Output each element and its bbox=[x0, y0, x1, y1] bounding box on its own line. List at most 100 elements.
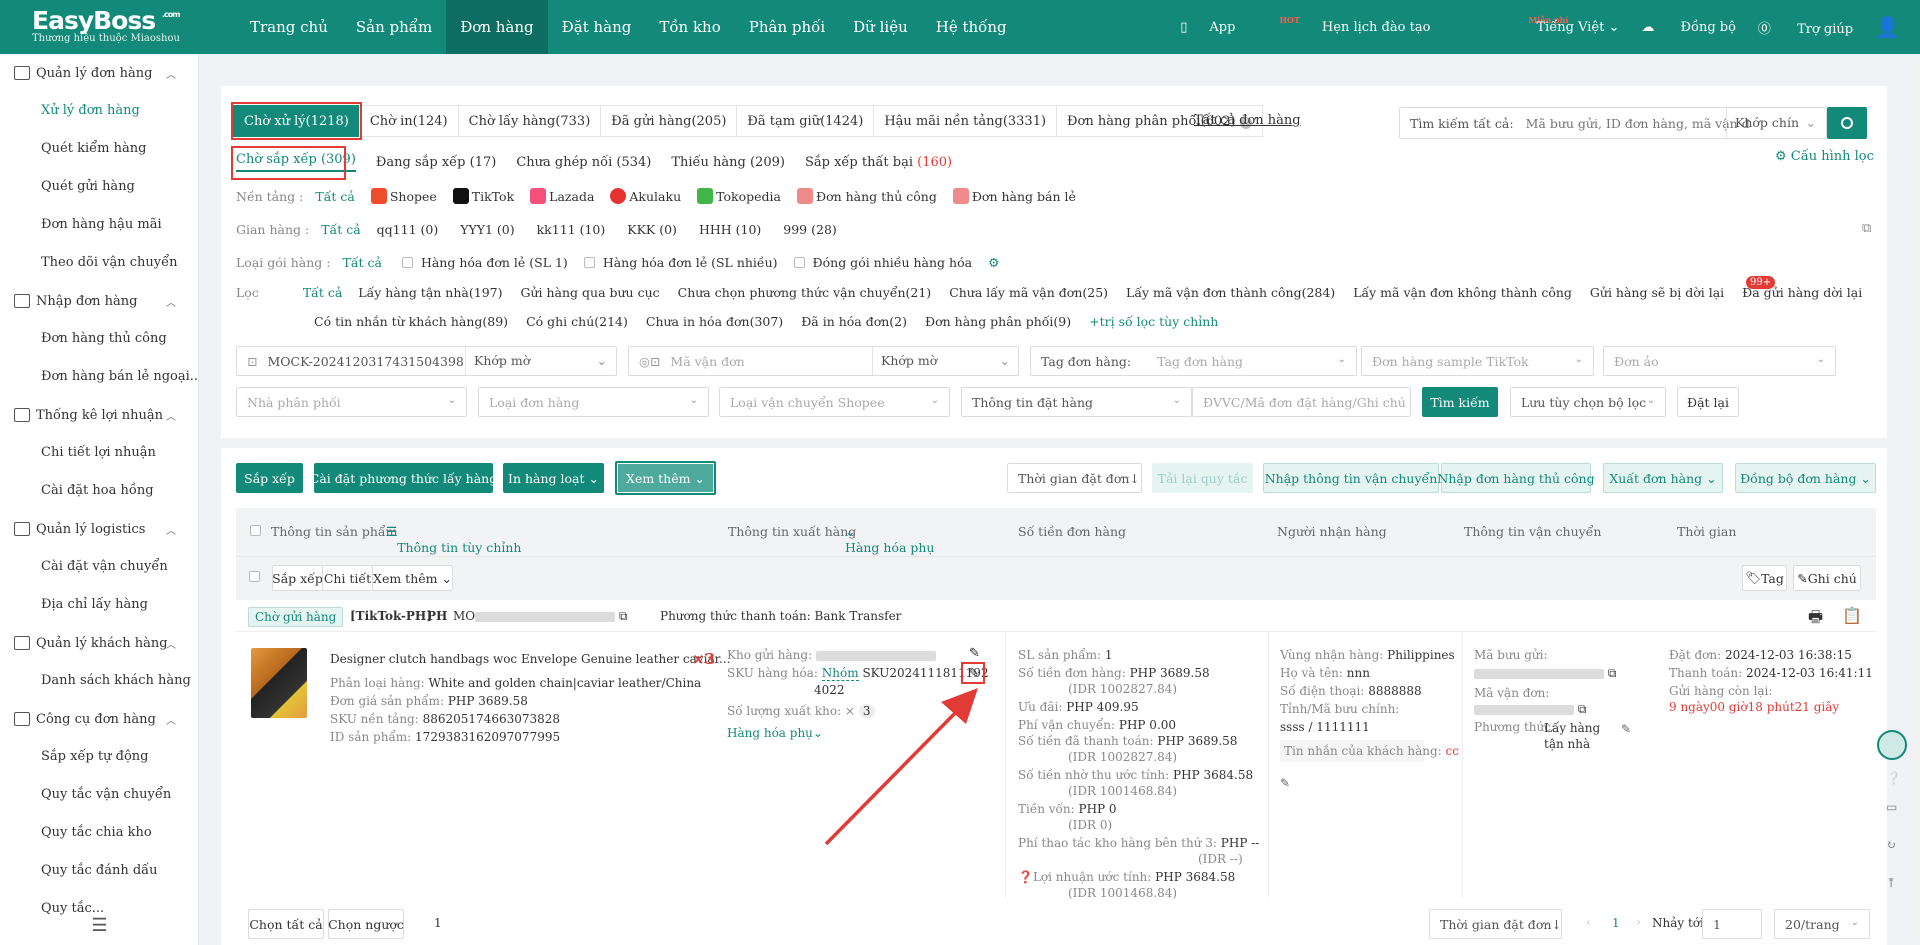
sidebar-item-customer-list[interactable]: Danh sách khách hàng bbox=[0, 662, 198, 700]
sidebar-item-commission[interactable]: Cài đặt hoa hồng bbox=[0, 472, 198, 510]
product-image[interactable] bbox=[251, 648, 307, 718]
checkbox[interactable] bbox=[583, 257, 595, 268]
sidebar-group-import-orders[interactable]: Nhập đơn hàng ︿ bbox=[0, 282, 198, 320]
sidebar-group-order-tools[interactable]: Công cụ đơn hàng ︿ bbox=[0, 700, 198, 738]
invert-selection-button[interactable]: Chọn ngược bbox=[328, 909, 404, 939]
product-title[interactable]: Designer clutch handbags woc Envelope Ge… bbox=[330, 652, 730, 666]
match-mode-select[interactable]: Khớp chín ⌄ bbox=[1726, 108, 1826, 138]
sidebar-item-pickup-address[interactable]: Địa chỉ lấy hàng bbox=[0, 586, 198, 624]
prev-page-icon[interactable]: ‹ bbox=[1586, 915, 1591, 929]
message-dock-icon[interactable]: ▭ bbox=[1886, 800, 1897, 814]
shop-option[interactable]: qq111 (0) bbox=[377, 222, 439, 237]
filter-option[interactable]: Đã in hóa đơn(2) bbox=[801, 314, 907, 329]
filter-option[interactable]: Gửi hàng qua bưu cục bbox=[520, 285, 659, 300]
sub-goods-link[interactable]: Hàng hóa phụ⌄ bbox=[727, 726, 823, 740]
carrier-note-input[interactable]: ĐVVC/Mã đơn đặt hàng/Ghi chú bbox=[1192, 387, 1411, 417]
order-tag-select[interactable]: Tag đơn hàng: Tag đơn hàng ⌄ bbox=[1030, 346, 1357, 376]
filter-config-link[interactable]: ⚙ Cấu hình lọc bbox=[1775, 149, 1874, 164]
nav-distribution[interactable]: Phân phối bbox=[735, 0, 839, 54]
scrollbar[interactable] bbox=[1911, 60, 1919, 940]
tab-shipped[interactable]: Đã gửi hàng(205) bbox=[600, 105, 737, 137]
row-checkbox[interactable] bbox=[249, 571, 260, 582]
footer-sort-select[interactable]: Thời gian đặt đơn↓ ⌄ bbox=[1429, 909, 1562, 939]
copy-icon[interactable]: ⧉ bbox=[1862, 221, 1871, 236]
support-avatar[interactable] bbox=[1877, 730, 1907, 760]
package-single-one[interactable]: Hàng hóa đơn lẻ (SL 1) bbox=[401, 255, 568, 270]
package-single-many[interactable]: Hàng hóa đơn lẻ (SL nhiều) bbox=[583, 255, 778, 270]
clipboard-icon[interactable]: 📋 bbox=[1842, 606, 1862, 625]
reset-button[interactable]: Đặt lại bbox=[1677, 387, 1739, 417]
tag-button[interactable]: 🏷 Tag bbox=[1742, 565, 1787, 591]
save-filter-select[interactable]: Lưu tùy chọn bộ lọc ⌄ bbox=[1510, 387, 1666, 417]
subtab-sorting[interactable]: Đang sắp xếp (17) bbox=[376, 155, 496, 170]
filter-option[interactable]: Có tin nhắn từ khách hàng(89) bbox=[314, 314, 508, 329]
select-all-button[interactable]: Chọn tất cả bbox=[248, 909, 324, 939]
reload-rules-button[interactable]: Tải lại quy tắc bbox=[1152, 463, 1253, 493]
filter-option[interactable]: Lấy mã vận đơn không thành công bbox=[1353, 285, 1572, 300]
filter-option[interactable]: Đơn hàng phân phối(9) bbox=[925, 314, 1071, 329]
subtab-sort-failed[interactable]: Sắp xếp thất bại (160) bbox=[805, 155, 952, 170]
checkbox[interactable] bbox=[793, 257, 805, 268]
sidebar-item-shipping-rules[interactable]: Quy tắc vận chuyển bbox=[0, 776, 198, 814]
bulk-print-button[interactable]: In hàng loạt ⌄ bbox=[503, 463, 604, 493]
sync-orders-button[interactable]: Đồng bộ đơn hàng ⌄ bbox=[1735, 463, 1876, 493]
edit-icon[interactable]: ✎ bbox=[969, 646, 980, 661]
global-search-input[interactable] bbox=[1525, 115, 1751, 131]
copy-icon[interactable]: ⧉ bbox=[1608, 666, 1617, 680]
sub-goods-toggle[interactable]: Hàng hóa phụ ⌄ bbox=[845, 524, 934, 555]
filter-option[interactable]: Chưa chọn phương thức vận chuyển(21) bbox=[678, 285, 932, 300]
shop-option[interactable]: KKK (0) bbox=[627, 222, 677, 237]
collapse-menu-icon[interactable]: ☰ bbox=[0, 915, 198, 945]
shop-option[interactable]: 999 (28) bbox=[783, 222, 837, 237]
sidebar-item-scan-check[interactable]: Quét kiểm hàng bbox=[0, 130, 198, 168]
shop-all[interactable]: Tất cả bbox=[321, 222, 360, 237]
filter-option[interactable]: Lấy hàng tận nhà(197) bbox=[358, 285, 502, 300]
platform-retail[interactable]: Đơn hàng bán lẻ bbox=[952, 188, 1076, 204]
filter-all[interactable]: Tất cả bbox=[303, 285, 342, 300]
sidebar-item-profit-detail[interactable]: Chi tiết lợi nhuận bbox=[0, 434, 198, 472]
nav-system[interactable]: Hệ thống bbox=[922, 0, 1021, 54]
refresh-dock-icon[interactable]: ↻ bbox=[1886, 838, 1896, 852]
platform-shopee[interactable]: Shopee bbox=[370, 188, 437, 204]
sidebar-group-order-management[interactable]: Quản lý đơn hàng ︿ bbox=[0, 54, 198, 92]
custom-info-link[interactable]: ☰ Thông tin tùy chỉnh bbox=[386, 524, 521, 555]
shop-option[interactable]: YYY1 (0) bbox=[460, 222, 514, 237]
match-select[interactable]: Khớp mờ ⌄ bbox=[872, 347, 1018, 375]
more-button[interactable]: Xem thêm ⌄ bbox=[615, 461, 716, 495]
sidebar-item-process-orders[interactable]: Xử lý đơn hàng bbox=[0, 92, 198, 130]
help-dock-icon[interactable]: ❔ bbox=[1886, 771, 1901, 785]
sidebar-item-external-retail[interactable]: Đơn hàng bán lẻ ngoại... bbox=[0, 358, 198, 396]
subtab-out-of-stock[interactable]: Thiếu hàng (209) bbox=[671, 155, 785, 170]
subtab-unmatched[interactable]: Chưa ghép nối (534) bbox=[516, 155, 651, 170]
row-more-button[interactable]: Xem thêm ⌄ bbox=[372, 565, 453, 591]
sidebar-group-customers[interactable]: Quản lý khách hàng ︿ bbox=[0, 624, 198, 662]
import-shipping-button[interactable]: Nhập thông tin vận chuyển bbox=[1263, 463, 1439, 493]
filter-option[interactable]: Lấy mã vận đơn thành công(284) bbox=[1126, 285, 1335, 300]
package-multi[interactable]: Đóng gói nhiều hàng hóa bbox=[793, 255, 972, 270]
language-select[interactable]: Tiếng Việt ⌄ bbox=[1514, 20, 1619, 35]
sidebar-item-warehouse-rules[interactable]: Quy tắc chia kho bbox=[0, 814, 198, 852]
all-orders-link[interactable]: Tất cả đơn hàng bbox=[1194, 113, 1301, 128]
edit-icon[interactable]: ✎ bbox=[1280, 776, 1290, 790]
sidebar-item-after-sales[interactable]: Đơn hàng hậu mãi bbox=[0, 206, 198, 244]
sort-button[interactable]: Sắp xếp bbox=[236, 463, 303, 493]
tracking-number-field[interactable]: ◎⊡ Mã vận đơn Khớp mờ ⌄ bbox=[628, 346, 1019, 376]
order-info-select[interactable]: Thông tin đặt hàng ⌄ bbox=[961, 387, 1192, 417]
export-orders-button[interactable]: Xuất đơn hàng ⌄ bbox=[1603, 463, 1723, 493]
sidebar-item-tracking[interactable]: Theo dõi vận chuyển bbox=[0, 244, 198, 282]
note-button[interactable]: ✎ Ghi chú bbox=[1793, 565, 1861, 591]
tab-to-pickup[interactable]: Chờ lấy hàng(733) bbox=[457, 105, 601, 137]
sort-time-select[interactable]: Thời gian đặt đơn↓ ⌄ bbox=[1007, 463, 1142, 493]
help-link[interactable]: ⓪ Trợ giúp bbox=[1758, 18, 1853, 37]
platform-akulaku[interactable]: Akulaku bbox=[610, 188, 681, 204]
filter-option[interactable]: Chưa lấy mã vận đơn(25) bbox=[949, 285, 1108, 300]
sidebar-item-auto-sort[interactable]: Sắp xếp tự động bbox=[0, 738, 198, 776]
nav-home[interactable]: Trang chủ bbox=[236, 0, 342, 54]
back-to-top-icon[interactable]: ⤒ bbox=[1886, 876, 1896, 890]
settings-icon[interactable]: ⚙ bbox=[988, 255, 999, 270]
print-icon[interactable]: 🖶 bbox=[1808, 606, 1823, 633]
tab-on-hold[interactable]: Đã tạm giữ(1424) bbox=[736, 105, 874, 137]
sidebar-item-mark-rules[interactable]: Quy tắc đánh dấu bbox=[0, 852, 198, 890]
page-size-select[interactable]: 20/trang ⌄ bbox=[1774, 909, 1870, 939]
order-type-select[interactable]: Loại đơn hàng ⌄ bbox=[478, 387, 709, 417]
